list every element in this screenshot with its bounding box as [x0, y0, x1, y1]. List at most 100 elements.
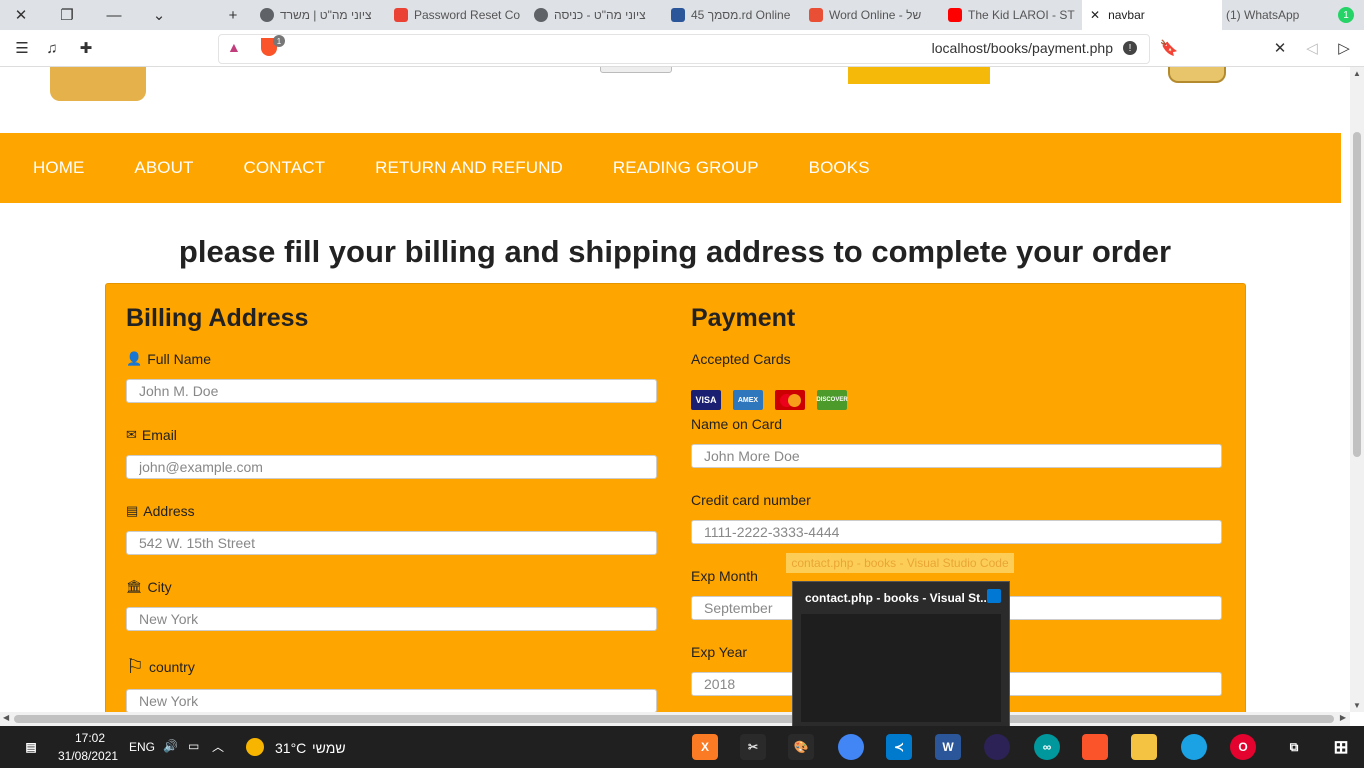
nav-contact[interactable]: CONTACT	[218, 158, 350, 178]
site-info-icon[interactable]: !	[1123, 41, 1137, 55]
tab-label: ציוני מה"ט - כניסה	[554, 8, 646, 22]
billing-title: Billing Address	[126, 304, 309, 332]
stop-loading-icon[interactable]: ✕	[1266, 34, 1294, 62]
accepted-cards-label: Accepted Cards	[691, 351, 791, 367]
site-logo[interactable]	[50, 67, 146, 101]
menu-icon[interactable]: ☰	[8, 34, 36, 62]
horizontal-scrollbar[interactable]: ◀ ▶	[0, 712, 1350, 726]
restore-window-icon[interactable]: ❐	[52, 0, 82, 30]
file-explorer-icon[interactable]	[1131, 734, 1157, 760]
task-view-icon[interactable]: ⧉	[1281, 734, 1307, 760]
brave-icon[interactable]	[1082, 734, 1108, 760]
notification-center-icon[interactable]: ▤	[18, 734, 44, 760]
brave-rewards-icon[interactable]: ▲	[227, 39, 241, 55]
mastercard-icon	[775, 390, 805, 410]
preview-thumbnail[interactable]	[801, 614, 1001, 722]
tab-1[interactable]: Password Reset Co	[390, 0, 520, 30]
new-tab-icon[interactable]: +	[218, 0, 248, 30]
extensions-icon[interactable]: ✚	[72, 34, 100, 62]
close-tab-icon[interactable]: ✕	[1090, 8, 1100, 22]
tab-3[interactable]: מסמך 45.rd Online	[667, 0, 797, 30]
payment-title: Payment	[691, 304, 796, 332]
country-input[interactable]	[126, 689, 657, 712]
tab-0[interactable]: ציוני מה"ט | משרד	[256, 0, 386, 30]
tab-7[interactable]: (1) WhatsApp 1	[1222, 0, 1364, 30]
taskbar-window-preview[interactable]: contact.php - books - Visual St...	[792, 581, 1010, 728]
start-menu-icon[interactable]: ⊞	[1328, 734, 1354, 760]
tab-4[interactable]: Word Online - של	[805, 0, 935, 30]
minimize-window-icon[interactable]: —	[99, 0, 129, 30]
edge-icon[interactable]	[1181, 734, 1207, 760]
card-number-label: Credit card number	[691, 492, 811, 508]
url-bar[interactable]: ▲ 1 localhost/books/payment.php !	[218, 34, 1150, 64]
weather-temperature[interactable]: 31°C	[275, 740, 306, 756]
sun-icon[interactable]	[246, 738, 264, 756]
address-label-text: Address	[143, 503, 195, 519]
fullname-input[interactable]	[126, 379, 657, 403]
eclipse-icon[interactable]	[984, 734, 1010, 760]
fullname-label-text: Full Name	[147, 351, 211, 367]
show-hidden-icons-icon[interactable]: ︿	[212, 738, 224, 755]
battery-icon[interactable]: ▭	[188, 739, 199, 753]
nav-reading-group[interactable]: READING GROUP	[588, 158, 784, 178]
arduino-icon[interactable]: ∞	[1034, 734, 1060, 760]
paint-icon[interactable]: 🎨	[788, 734, 814, 760]
name-on-card-input[interactable]	[691, 444, 1222, 468]
clock-time[interactable]: 17:02	[75, 731, 105, 745]
address-input[interactable]	[126, 531, 657, 555]
tab-label: (1) WhatsApp	[1226, 8, 1300, 22]
vscode-icon[interactable]: ≺	[886, 734, 912, 760]
exp-year-label: Exp Year	[691, 644, 748, 660]
snipping-tool-icon[interactable]: ✂	[740, 734, 766, 760]
email-label-text: Email	[141, 427, 177, 443]
card-number-input[interactable]	[691, 520, 1222, 544]
scroll-down-icon[interactable]: ▼	[1353, 701, 1361, 710]
vertical-scroll-thumb[interactable]	[1353, 132, 1361, 457]
weather-condition[interactable]: שמשי	[312, 740, 346, 756]
country-label: ⚐ country	[126, 654, 195, 679]
tab-search-icon[interactable]: ⌄	[144, 0, 174, 30]
scroll-right-icon[interactable]: ▶	[1340, 713, 1346, 722]
vertical-scrollbar[interactable]: ▲ ▼	[1350, 67, 1364, 712]
tab-5[interactable]: The Kid LAROI - ST	[944, 0, 1079, 30]
nav-return-refund[interactable]: RETURN AND REFUND	[350, 158, 588, 178]
main-navbar: HOME ABOUT CONTACT RETURN AND REFUND REA…	[0, 133, 1341, 203]
clock-date[interactable]: 31/08/2021	[58, 749, 118, 763]
close-window-icon[interactable]: ✕	[6, 0, 36, 30]
shields-badge: 1	[273, 35, 285, 47]
media-icon[interactable]: ♫	[38, 34, 66, 62]
preview-title: contact.php - books - Visual St...	[805, 591, 991, 605]
url-text[interactable]: localhost/books/payment.php	[932, 40, 1113, 56]
page-viewport: HOME ABOUT CONTACT RETURN AND REFUND REA…	[0, 67, 1350, 712]
word-icon[interactable]: W	[935, 734, 961, 760]
opera-icon[interactable]: O	[1230, 734, 1256, 760]
windows-taskbar: ▤ 17:02 31/08/2021 ENG 🔊 ▭ ︿ 31°C שמשי X…	[0, 726, 1364, 768]
page-title: please fill your billing and shipping ad…	[178, 234, 1172, 269]
bookmark-icon[interactable]: 🔖	[1155, 34, 1183, 62]
tab-2[interactable]: ציוני מה"ט - כניסה	[530, 0, 660, 30]
globe-icon	[260, 8, 274, 22]
nav-home[interactable]: HOME	[8, 158, 109, 178]
volume-icon[interactable]: 🔊	[163, 739, 178, 753]
user-icon: 👤	[126, 351, 143, 366]
forward-icon[interactable]: ▷	[1330, 34, 1358, 62]
tab-label: Password Reset Co	[414, 8, 520, 22]
tab-6-active[interactable]: ✕ navbar	[1082, 0, 1222, 30]
header-action-button[interactable]	[848, 67, 990, 84]
city-label-text: City	[147, 579, 172, 595]
xampp-icon[interactable]: X	[692, 734, 718, 760]
header-search-button[interactable]	[600, 67, 672, 73]
language-indicator[interactable]: ENG	[129, 740, 155, 754]
horizontal-scroll-thumb[interactable]	[14, 715, 1334, 723]
city-input[interactable]	[126, 607, 657, 631]
email-input[interactable]	[126, 455, 657, 479]
city-label: 🏛 City	[126, 579, 172, 595]
nav-books[interactable]: BOOKS	[784, 158, 895, 178]
chrome-icon[interactable]	[838, 734, 864, 760]
scroll-up-icon[interactable]: ▲	[1353, 69, 1361, 78]
scroll-left-icon[interactable]: ◀	[3, 713, 9, 722]
gmail-icon	[394, 8, 408, 22]
nav-about[interactable]: ABOUT	[109, 158, 218, 178]
back-icon[interactable]: ◁	[1298, 34, 1326, 62]
cart-icon[interactable]	[1168, 67, 1226, 83]
